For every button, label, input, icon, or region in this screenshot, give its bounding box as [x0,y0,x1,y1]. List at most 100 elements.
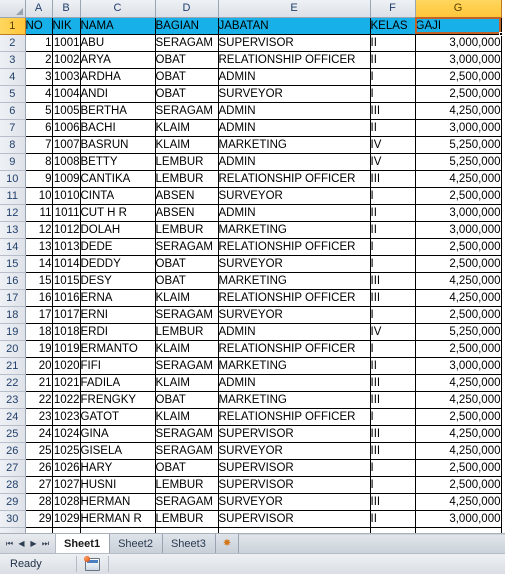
cell-no[interactable]: 21 [24,374,53,392]
row-header-16[interactable]: 16 [0,272,26,290]
cell-jabatan[interactable]: SURVEYOR [218,255,371,273]
cell-nik[interactable]: 1007 [52,136,81,154]
cell-jabatan[interactable]: ADMIN [218,68,371,86]
cell-kelas[interactable]: II [370,357,416,375]
cell-nama[interactable]: GATOT [80,408,156,426]
cell-kelas[interactable]: I [370,85,416,103]
cell-nik[interactable]: 1015 [52,272,81,290]
cell-jabatan[interactable]: SURVEYOR [218,493,371,511]
row-header-6[interactable]: 6 [0,102,26,120]
cell-bagian[interactable]: ABSEN [155,204,219,222]
cell-bagian[interactable]: LEMBUR [155,170,219,188]
cell-nama[interactable]: ERDI [80,323,156,341]
header-cell-nik[interactable]: NIK [52,17,81,35]
cell-kelas[interactable]: III [370,374,416,392]
cell-nik[interactable]: 1021 [52,374,81,392]
cell-gaji[interactable]: 2,500,000 [415,187,502,205]
table-row[interactable]: 13 12 1012 DOLAH LEMBUR MARKETING II 3,000,000 [0,221,502,239]
table-row[interactable]: 24 23 1023 GATOT KLAIM RELATIONSHIP OFFICER I 2… [0,408,502,426]
cell-jabatan[interactable]: MARKETING [218,136,371,154]
cell-nik[interactable]: 1019 [52,340,81,358]
cell-nik[interactable]: 1016 [52,289,81,307]
table-row[interactable]: 25 24 1024 GINA SERAGAM SUPERVISOR III 4,250,00… [0,425,502,443]
cell-no[interactable]: 28 [24,493,53,511]
table-row[interactable]: 28 27 1027 HUSNI LEMBUR SUPERVISOR I 2,500,000 [0,476,502,494]
row-header-12[interactable]: 12 [0,204,26,222]
macro-record-icon[interactable] [84,555,100,571]
cell-no[interactable]: 19 [24,340,53,358]
cell-nama[interactable]: ERMANTO [80,340,156,358]
cell-gaji[interactable]: 4,250,000 [415,102,502,120]
worksheet-table[interactable]: A B C D E F G 1 NO NIK NAMA BAGIAN JABATAN KELAS GAJI 2… [0,0,503,533]
cell-kelas[interactable]: II [370,204,416,222]
cell-nama[interactable]: HUSNI [80,476,156,494]
cell-jabatan[interactable]: RELATIONSHIP OFFICER [218,170,371,188]
cell-jabatan[interactable]: MARKETING [218,221,371,239]
row-header-14[interactable]: 14 [0,238,26,256]
column-header-b[interactable]: B [52,0,81,18]
table-row[interactable]: 6 5 1005 BERTHA SERAGAM ADMIN III 4,250,000 [0,102,502,120]
cell-bagian[interactable]: KLAIM [155,408,219,426]
cell-no[interactable]: 10 [24,187,53,205]
table-row[interactable]: 9 8 1008 BETTY LEMBUR ADMIN IV 5,250,000 [0,153,502,171]
cell-bagian[interactable]: OBAT [155,68,219,86]
sheet-tabs[interactable]: Sheet1 Sheet2 Sheet3 ✸ [56,534,240,553]
table-row[interactable]: 20 19 1019 ERMANTO KLAIM RELATIONSHIP OFFICER… [0,340,502,358]
row-header-4[interactable]: 4 [0,68,26,86]
cell-jabatan[interactable]: ADMIN [218,374,371,392]
empty-cell[interactable] [24,527,53,533]
column-header-d[interactable]: D [155,0,219,18]
cell-bagian[interactable]: KLAIM [155,136,219,154]
cell-jabatan[interactable]: RELATIONSHIP OFFICER [218,238,371,256]
cell-nik[interactable]: 1001 [52,34,81,52]
cell-jabatan[interactable]: SURVEYOR [218,306,371,324]
empty-cell[interactable] [155,527,219,533]
empty-cell[interactable] [415,527,502,533]
cell-bagian[interactable]: SERAGAM [155,306,219,324]
cell-gaji[interactable]: 3,000,000 [415,119,502,137]
cell-no[interactable]: 26 [24,459,53,477]
cell-gaji[interactable]: 2,500,000 [415,238,502,256]
cell-no[interactable]: 8 [24,153,53,171]
cell-kelas[interactable]: I [370,187,416,205]
table-row[interactable]: 14 13 1013 DEDE SERAGAM RELATIONSHIP OFFICER I… [0,238,502,256]
cell-nik[interactable]: 1008 [52,153,81,171]
cell-gaji[interactable]: 3,000,000 [415,34,502,52]
table-row[interactable]: 27 26 1026 HARY OBAT SUPERVISOR I 2,500,000 [0,459,502,477]
row-header-5[interactable]: 5 [0,85,26,103]
cell-nama[interactable]: BACHI [80,119,156,137]
cell-gaji[interactable]: 4,250,000 [415,442,502,460]
cell-no[interactable]: 24 [24,425,53,443]
cell-no[interactable]: 25 [24,442,53,460]
row-header-8[interactable]: 8 [0,136,26,154]
cell-nama[interactable]: CUT H R [80,204,156,222]
row-header-19[interactable]: 19 [0,323,26,341]
header-cell-kelas[interactable]: KELAS [370,17,416,35]
header-cell-nama[interactable]: NAMA [80,17,156,35]
cell-nik[interactable]: 1018 [52,323,81,341]
cell-no[interactable]: 14 [24,255,53,273]
cell-kelas[interactable]: II [370,119,416,137]
cell-kelas[interactable]: I [370,306,416,324]
cell-kelas[interactable]: I [370,68,416,86]
cell-jabatan[interactable]: RELATIONSHIP OFFICER [218,340,371,358]
insert-sheet-tab[interactable]: ✸ [215,534,240,553]
cell-jabatan[interactable]: RELATIONSHIP OFFICER [218,51,371,69]
cell-bagian[interactable]: LEMBUR [155,221,219,239]
empty-cell[interactable] [218,527,371,533]
cell-no[interactable]: 12 [24,221,53,239]
cell-no[interactable]: 11 [24,204,53,222]
row-header-29[interactable]: 29 [0,493,26,511]
cell-nama[interactable]: FRENGKY [80,391,156,409]
row-header-31[interactable] [0,527,26,533]
cell-jabatan[interactable]: SURVEYOR [218,187,371,205]
cell-kelas[interactable]: I [370,408,416,426]
header-cell-jabatan[interactable]: JABATAN [218,17,371,35]
row-header-10[interactable]: 10 [0,170,26,188]
cell-nik[interactable]: 1009 [52,170,81,188]
cell-gaji[interactable]: 3,000,000 [415,510,502,528]
cell-jabatan[interactable]: MARKETING [218,272,371,290]
cell-no[interactable]: 16 [24,289,53,307]
row-header-20[interactable]: 20 [0,340,26,358]
cell-nama[interactable]: CANTIKA [80,170,156,188]
